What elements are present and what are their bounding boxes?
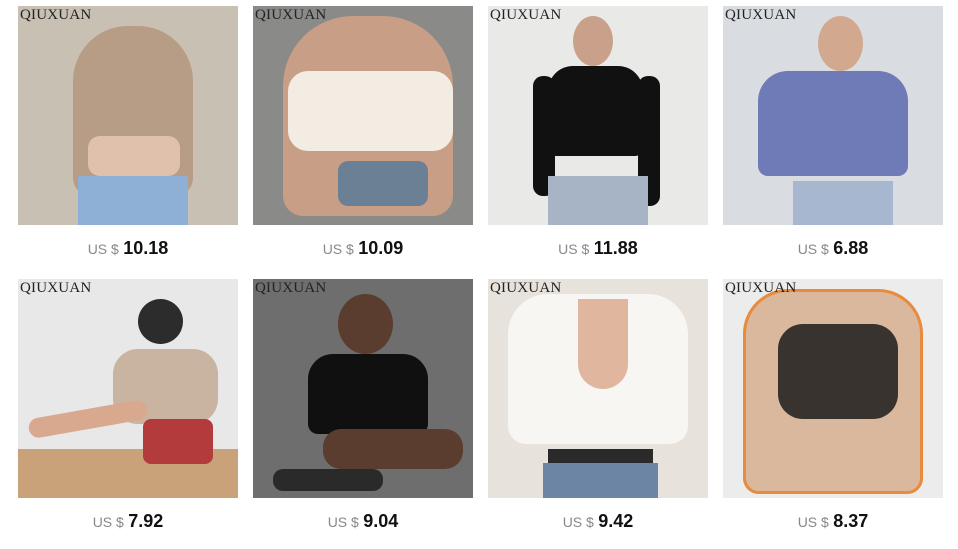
model-neckline bbox=[578, 299, 628, 389]
product-card[interactable]: QIUXUAN US $ 6.88 bbox=[723, 6, 943, 266]
model-jeans bbox=[78, 176, 188, 225]
model-top bbox=[308, 354, 428, 434]
model-head bbox=[818, 16, 863, 71]
price-currency: US $ bbox=[558, 241, 590, 257]
product-price: US $ 10.18 bbox=[18, 238, 238, 259]
model-jeans bbox=[543, 463, 658, 498]
price-amount: 9.42 bbox=[598, 511, 634, 531]
product-image[interactable]: QIUXUAN bbox=[253, 6, 473, 225]
product-price: US $ 11.88 bbox=[488, 238, 708, 259]
product-price: US $ 10.09 bbox=[253, 238, 473, 259]
brand-watermark: QIUXUAN bbox=[490, 280, 562, 296]
price-amount: 7.92 bbox=[128, 511, 164, 531]
model-waist bbox=[88, 136, 180, 176]
price-amount: 10.18 bbox=[123, 238, 169, 258]
price-currency: US $ bbox=[327, 514, 359, 530]
price-currency: US $ bbox=[797, 241, 829, 257]
product-card[interactable]: QIUXUAN US $ 8.37 bbox=[723, 279, 943, 539]
product-card[interactable]: QIUXUAN US $ 10.18 bbox=[18, 6, 238, 266]
product-image[interactable]: QIUXUAN bbox=[253, 279, 473, 498]
product-card[interactable]: QIUXUAN US $ 10.09 bbox=[253, 6, 473, 266]
product-grid: QIUXUAN US $ 10.18 QIUXUAN US $ 10.09 QI bbox=[18, 6, 943, 546]
price-amount: 6.88 bbox=[833, 238, 869, 258]
model-skirt bbox=[143, 419, 213, 464]
brand-watermark: QIUXUAN bbox=[725, 280, 797, 296]
product-price: US $ 6.88 bbox=[723, 238, 943, 259]
product-price: US $ 8.37 bbox=[723, 511, 943, 532]
brand-watermark: QIUXUAN bbox=[20, 7, 92, 23]
brand-watermark: QIUXUAN bbox=[490, 7, 562, 23]
product-card[interactable]: QIUXUAN US $ 9.04 bbox=[253, 279, 473, 539]
model-head bbox=[138, 299, 183, 344]
price-currency: US $ bbox=[87, 241, 119, 257]
price-currency: US $ bbox=[92, 514, 124, 530]
product-price: US $ 7.92 bbox=[18, 511, 238, 532]
product-image[interactable]: QIUXUAN bbox=[723, 6, 943, 225]
model-head bbox=[573, 16, 613, 66]
model-top bbox=[288, 71, 453, 151]
product-price: US $ 9.42 bbox=[488, 511, 708, 532]
brand-watermark: QIUXUAN bbox=[725, 7, 797, 23]
sneakers bbox=[273, 469, 383, 491]
product-image[interactable]: QIUXUAN bbox=[723, 279, 943, 498]
model-shorts bbox=[338, 161, 428, 206]
product-card[interactable]: QIUXUAN US $ 9.42 bbox=[488, 279, 708, 539]
model-head bbox=[338, 294, 393, 354]
model-top bbox=[548, 66, 643, 156]
product-price: US $ 9.04 bbox=[253, 511, 473, 532]
product-image[interactable]: QIUXUAN bbox=[488, 6, 708, 225]
product-image[interactable]: QIUXUAN bbox=[18, 279, 238, 498]
brand-watermark: QIUXUAN bbox=[255, 280, 327, 296]
price-amount: 9.04 bbox=[363, 511, 399, 531]
model-belt bbox=[548, 449, 653, 463]
trim bbox=[743, 289, 923, 494]
price-amount: 11.88 bbox=[593, 238, 638, 258]
model-jeans bbox=[793, 181, 893, 225]
price-currency: US $ bbox=[322, 241, 354, 257]
product-image[interactable]: QIUXUAN bbox=[488, 279, 708, 498]
brand-watermark: QIUXUAN bbox=[20, 280, 92, 296]
product-card[interactable]: QIUXUAN US $ 11.88 bbox=[488, 6, 708, 266]
product-image[interactable]: QIUXUAN bbox=[18, 6, 238, 225]
brand-watermark: QIUXUAN bbox=[255, 7, 327, 23]
model-jeans bbox=[548, 176, 648, 225]
price-amount: 10.09 bbox=[358, 238, 404, 258]
model-top bbox=[758, 71, 908, 176]
price-currency: US $ bbox=[797, 514, 829, 530]
price-amount: 8.37 bbox=[833, 511, 869, 531]
product-card[interactable]: QIUXUAN US $ 7.92 bbox=[18, 279, 238, 539]
model-legs bbox=[323, 429, 463, 469]
price-currency: US $ bbox=[562, 514, 594, 530]
